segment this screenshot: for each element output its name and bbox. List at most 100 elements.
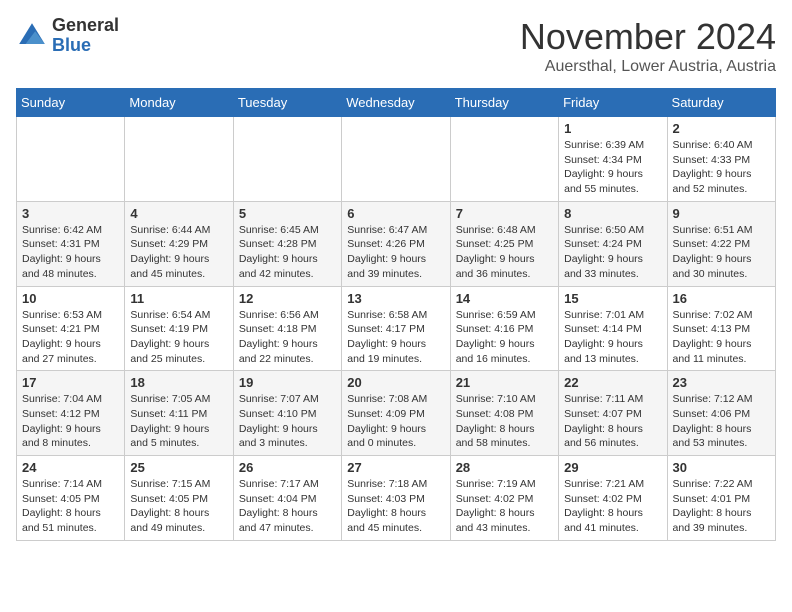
weekday-header-row: Sunday Monday Tuesday Wednesday Thursday… (17, 89, 776, 117)
table-row: 29Sunrise: 7:21 AM Sunset: 4:02 PM Dayli… (559, 456, 667, 541)
table-row: 8 Sunrise: 6:50 AM Sunset: 4:24 PM Daylig… (559, 201, 667, 286)
header-thursday: Thursday (450, 89, 558, 117)
day-info: Sunrise: 6:48 AM Sunset: 4:25 PM Dayligh… (456, 223, 553, 282)
header-saturday: Saturday (667, 89, 775, 117)
day-number: 28 (456, 460, 553, 475)
day-number: 29 (564, 460, 661, 475)
day-number: 22 (564, 375, 661, 390)
day-info: Sunrise: 6:51 AM Sunset: 4:22 PM Dayligh… (673, 223, 770, 282)
table-row: 5 Sunrise: 6:45 AM Sunset: 4:28 PM Daylig… (233, 201, 341, 286)
day-number: 15 (564, 291, 661, 306)
header-monday: Monday (125, 89, 233, 117)
day-info: Sunrise: 7:22 AM Sunset: 4:01 PM Dayligh… (673, 477, 770, 536)
calendar-week-row: 3 Sunrise: 6:42 AM Sunset: 4:31 PM Daylig… (17, 201, 776, 286)
day-number: 4 (130, 206, 227, 221)
day-info: Sunrise: 7:15 AM Sunset: 4:05 PM Dayligh… (130, 477, 227, 536)
table-row: 17Sunrise: 7:04 AM Sunset: 4:12 PM Dayli… (17, 371, 125, 456)
header-friday: Friday (559, 89, 667, 117)
day-number: 7 (456, 206, 553, 221)
day-info: Sunrise: 6:39 AM Sunset: 4:34 PM Dayligh… (564, 138, 661, 197)
table-row: 23Sunrise: 7:12 AM Sunset: 4:06 PM Dayli… (667, 371, 775, 456)
table-row: 16 Sunrise: 7:02 AM Sunset: 4:13 PM Dayli… (667, 286, 775, 371)
day-number: 17 (22, 375, 119, 390)
day-info: Sunrise: 7:11 AM Sunset: 4:07 PM Dayligh… (564, 392, 661, 451)
table-row: 21Sunrise: 7:10 AM Sunset: 4:08 PM Dayli… (450, 371, 558, 456)
day-info: Sunrise: 7:14 AM Sunset: 4:05 PM Dayligh… (22, 477, 119, 536)
day-info: Sunrise: 7:17 AM Sunset: 4:04 PM Dayligh… (239, 477, 336, 536)
table-row: 24 Sunrise: 7:14 AM Sunset: 4:05 PM Dayli… (17, 456, 125, 541)
day-info: Sunrise: 6:50 AM Sunset: 4:24 PM Dayligh… (564, 223, 661, 282)
table-row: 25 Sunrise: 7:15 AM Sunset: 4:05 PM Dayli… (125, 456, 233, 541)
day-number: 14 (456, 291, 553, 306)
day-info: Sunrise: 7:10 AM Sunset: 4:08 PM Dayligh… (456, 392, 553, 451)
day-info: Sunrise: 6:53 AM Sunset: 4:21 PM Dayligh… (22, 308, 119, 367)
table-row: 22 Sunrise: 7:11 AM Sunset: 4:07 PM Dayli… (559, 371, 667, 456)
day-number: 25 (130, 460, 227, 475)
day-number: 11 (130, 291, 227, 306)
day-number: 1 (564, 121, 661, 136)
table-row: 13Sunrise: 6:58 AM Sunset: 4:17 PM Dayli… (342, 286, 450, 371)
day-number: 3 (22, 206, 119, 221)
header-tuesday: Tuesday (233, 89, 341, 117)
day-info: Sunrise: 7:07 AM Sunset: 4:10 PM Dayligh… (239, 392, 336, 451)
day-number: 24 (22, 460, 119, 475)
table-row: 9 Sunrise: 6:51 AM Sunset: 4:22 PM Daylig… (667, 201, 775, 286)
day-number: 26 (239, 460, 336, 475)
day-info: Sunrise: 6:42 AM Sunset: 4:31 PM Dayligh… (22, 223, 119, 282)
calendar-week-row: 1 Sunrise: 6:39 AM Sunset: 4:34 PM Daylig… (17, 117, 776, 202)
day-info: Sunrise: 6:45 AM Sunset: 4:28 PM Dayligh… (239, 223, 336, 282)
day-number: 6 (347, 206, 444, 221)
calendar-week-row: 10Sunrise: 6:53 AM Sunset: 4:21 PM Dayli… (17, 286, 776, 371)
table-row: 10Sunrise: 6:53 AM Sunset: 4:21 PM Dayli… (17, 286, 125, 371)
day-info: Sunrise: 7:08 AM Sunset: 4:09 PM Dayligh… (347, 392, 444, 451)
table-row: 14 Sunrise: 6:59 AM Sunset: 4:16 PM Dayli… (450, 286, 558, 371)
calendar-table: Sunday Monday Tuesday Wednesday Thursday… (16, 88, 776, 541)
table-row: 1 Sunrise: 6:39 AM Sunset: 4:34 PM Daylig… (559, 117, 667, 202)
table-row: 6 Sunrise: 6:47 AM Sunset: 4:26 PM Daylig… (342, 201, 450, 286)
header-wednesday: Wednesday (342, 89, 450, 117)
day-number: 30 (673, 460, 770, 475)
table-row: 3 Sunrise: 6:42 AM Sunset: 4:31 PM Daylig… (17, 201, 125, 286)
table-row (125, 117, 233, 202)
table-row: 4Sunrise: 6:44 AM Sunset: 4:29 PM Daylig… (125, 201, 233, 286)
calendar-week-row: 17Sunrise: 7:04 AM Sunset: 4:12 PM Dayli… (17, 371, 776, 456)
day-info: Sunrise: 7:18 AM Sunset: 4:03 PM Dayligh… (347, 477, 444, 536)
day-number: 27 (347, 460, 444, 475)
day-info: Sunrise: 7:05 AM Sunset: 4:11 PM Dayligh… (130, 392, 227, 451)
calendar-week-row: 24 Sunrise: 7:14 AM Sunset: 4:05 PM Dayli… (17, 456, 776, 541)
table-row: 30 Sunrise: 7:22 AM Sunset: 4:01 PM Dayli… (667, 456, 775, 541)
day-info: Sunrise: 6:59 AM Sunset: 4:16 PM Dayligh… (456, 308, 553, 367)
day-info: Sunrise: 6:54 AM Sunset: 4:19 PM Dayligh… (130, 308, 227, 367)
table-row: 2 Sunrise: 6:40 AM Sunset: 4:33 PM Daylig… (667, 117, 775, 202)
table-row (450, 117, 558, 202)
day-number: 20 (347, 375, 444, 390)
day-number: 16 (673, 291, 770, 306)
day-number: 12 (239, 291, 336, 306)
month-title: November 2024 (520, 16, 776, 58)
logo-general-text: General (52, 15, 119, 35)
title-area: November 2024 Auersthal, Lower Austria, … (520, 16, 776, 76)
day-info: Sunrise: 7:19 AM Sunset: 4:02 PM Dayligh… (456, 477, 553, 536)
table-row: 26 Sunrise: 7:17 AM Sunset: 4:04 PM Dayli… (233, 456, 341, 541)
day-info: Sunrise: 6:47 AM Sunset: 4:26 PM Dayligh… (347, 223, 444, 282)
day-number: 13 (347, 291, 444, 306)
day-number: 23 (673, 375, 770, 390)
table-row: 7 Sunrise: 6:48 AM Sunset: 4:25 PM Daylig… (450, 201, 558, 286)
table-row (17, 117, 125, 202)
day-number: 8 (564, 206, 661, 221)
day-info: Sunrise: 6:56 AM Sunset: 4:18 PM Dayligh… (239, 308, 336, 367)
day-info: Sunrise: 6:40 AM Sunset: 4:33 PM Dayligh… (673, 138, 770, 197)
day-info: Sunrise: 7:01 AM Sunset: 4:14 PM Dayligh… (564, 308, 661, 367)
logo-icon (16, 20, 48, 52)
logo: General Blue (16, 16, 119, 56)
logo-blue-text: Blue (52, 35, 91, 55)
day-info: Sunrise: 7:02 AM Sunset: 4:13 PM Dayligh… (673, 308, 770, 367)
table-row: 20 Sunrise: 7:08 AM Sunset: 4:09 PM Dayli… (342, 371, 450, 456)
location-title: Auersthal, Lower Austria, Austria (520, 58, 776, 76)
table-row: 12 Sunrise: 6:56 AM Sunset: 4:18 PM Dayli… (233, 286, 341, 371)
table-row: 28 Sunrise: 7:19 AM Sunset: 4:02 PM Dayli… (450, 456, 558, 541)
day-number: 9 (673, 206, 770, 221)
day-number: 5 (239, 206, 336, 221)
day-number: 2 (673, 121, 770, 136)
table-row: 18Sunrise: 7:05 AM Sunset: 4:11 PM Dayli… (125, 371, 233, 456)
